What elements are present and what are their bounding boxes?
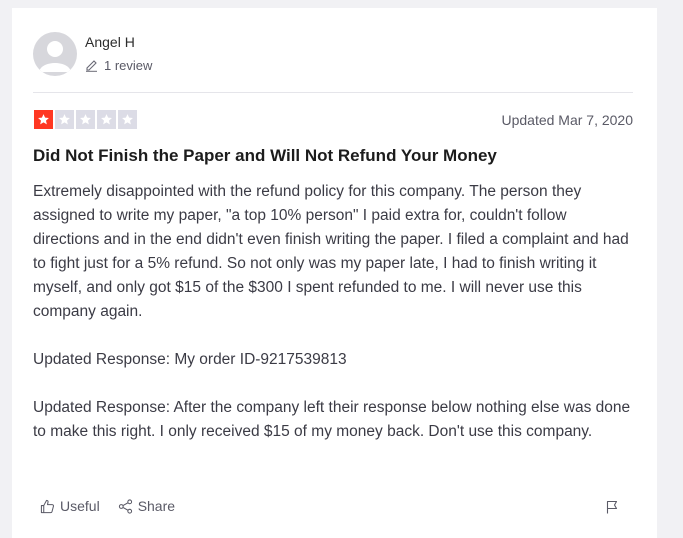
divider: [33, 92, 633, 93]
review-actions: Useful Share: [40, 498, 175, 514]
star-icon: [118, 110, 137, 129]
useful-button[interactable]: Useful: [40, 498, 100, 514]
review-count: 1 review: [85, 58, 152, 73]
review-title: Did Not Finish the Paper and Will Not Re…: [33, 146, 497, 165]
review-paragraph: Updated Response: After the company left…: [33, 399, 631, 440]
share-button[interactable]: Share: [118, 498, 175, 514]
updated-date: Updated Mar 7, 2020: [501, 112, 633, 128]
share-label: Share: [137, 498, 176, 514]
thumbs-up-icon: [40, 499, 54, 513]
review-paragraph: Extremely disappointed with the refund p…: [33, 183, 629, 320]
author-name[interactable]: Angel H: [85, 34, 135, 50]
review-body: Extremely disappointed with the refund p…: [33, 180, 637, 468]
report-flag-button[interactable]: [605, 500, 619, 519]
share-icon: [118, 498, 132, 514]
star-icon: [55, 110, 74, 129]
star-icon: [34, 110, 53, 129]
user-avatar-icon: [39, 41, 71, 72]
flag-icon: [606, 500, 618, 514]
pencil-icon: [86, 60, 97, 72]
review-card: Angel H 1 review Updated Mar 7, 2020 Did…: [12, 8, 657, 538]
star-icon: [97, 110, 116, 129]
review-count-label: 1 review: [104, 58, 153, 73]
avatar[interactable]: [33, 32, 77, 76]
review-paragraph: Updated Response: My order ID-9217539813: [33, 351, 347, 368]
useful-label: Useful: [60, 498, 100, 514]
star-icon: [76, 110, 95, 129]
star-rating: [34, 110, 137, 129]
